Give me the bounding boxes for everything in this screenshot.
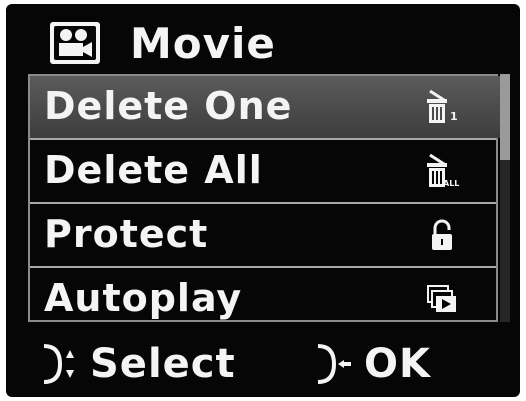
scrollbar-thumb[interactable] — [500, 74, 510, 160]
slideshow-icon — [427, 285, 456, 312]
menu-item-protect[interactable]: Protect — [30, 204, 500, 266]
menu-title: Movie — [130, 19, 276, 68]
menu-item-label: Delete One — [44, 84, 293, 128]
delete-all-icon: ALL — [427, 153, 459, 188]
menu-item-delete-all[interactable]: Delete All ALL — [30, 140, 500, 202]
lock-icon — [432, 219, 452, 250]
menu-header: Movie — [6, 4, 520, 82]
dpad-enter-icon — [317, 344, 351, 384]
svg-text:ALL: ALL — [443, 179, 459, 188]
camera-menu-screen: Movie Delete One 1 Delete All ALL Protec… — [6, 4, 520, 397]
button-hints: Select OK — [6, 330, 520, 397]
menu-item-label: Protect — [44, 212, 209, 256]
ok-hint: OK — [314, 336, 431, 392]
svg-text:1: 1 — [450, 110, 458, 123]
select-label: Select — [90, 341, 236, 387]
options-menu: Delete One 1 Delete All ALL Protect Auto… — [28, 74, 500, 322]
menu-scrollbar[interactable] — [500, 74, 510, 322]
menu-item-delete-one[interactable]: Delete One 1 — [30, 76, 500, 138]
select-hint: Select — [40, 336, 236, 392]
ok-label: OK — [364, 341, 431, 387]
movie-camera-icon — [50, 22, 100, 64]
menu-item-label: Autoplay — [44, 276, 243, 320]
menu-item-label: Delete All — [44, 148, 263, 192]
dpad-up-down-icon — [43, 344, 74, 384]
menu-item-autoplay[interactable]: Autoplay — [30, 268, 500, 330]
delete-one-icon: 1 — [427, 89, 458, 123]
